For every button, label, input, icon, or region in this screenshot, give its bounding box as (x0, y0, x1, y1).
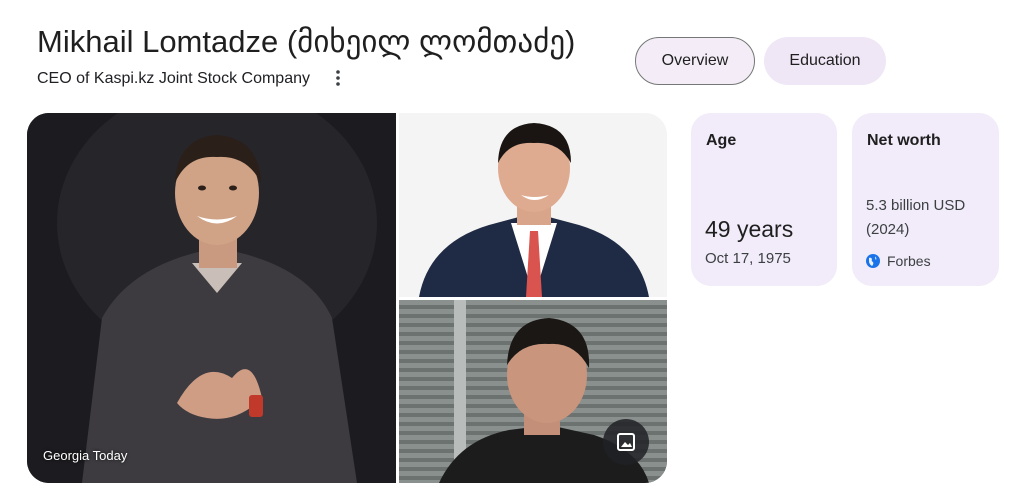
tab-education[interactable]: Education (764, 37, 886, 85)
source-label: Forbes (887, 253, 931, 269)
age-value: 49 years (705, 216, 794, 242)
secondary-photo-bottom[interactable] (399, 300, 667, 483)
fact-label: Age (706, 132, 737, 149)
secondary-photo-top-image (399, 113, 667, 297)
fact-label: Net worth (867, 132, 941, 149)
tab-overview[interactable]: Overview (635, 37, 755, 85)
birth-date: Oct 17, 1975 (705, 250, 791, 267)
fact-card-age[interactable]: Age 49 years Oct 17, 1975 (691, 113, 837, 286)
image-credit[interactable]: Georgia Today (43, 448, 127, 463)
tab-label: Overview (661, 52, 729, 69)
view-images-button[interactable] (603, 419, 649, 465)
net-worth-value: 5.3 billion USD (2024) (866, 197, 966, 238)
page-title: Mikhail Lomtadze (მიხეილ ლომთაძე) (37, 24, 576, 59)
source-link[interactable]: Forbes (866, 253, 931, 269)
globe-icon (866, 254, 880, 268)
tab-label: Education (789, 52, 861, 69)
fact-card-net-worth[interactable]: Net worth 5.3 billion USD (2024) Forbes (852, 113, 999, 286)
entity-subtitle: CEO of Kaspi.kz Joint Stock Company (37, 70, 310, 87)
more-options-button[interactable] (326, 66, 350, 90)
main-photo-image (27, 113, 396, 483)
secondary-photo-top[interactable] (399, 113, 667, 297)
main-photo[interactable]: Georgia Today (27, 113, 396, 483)
more-vert-icon (336, 70, 340, 86)
image-icon (617, 433, 635, 451)
